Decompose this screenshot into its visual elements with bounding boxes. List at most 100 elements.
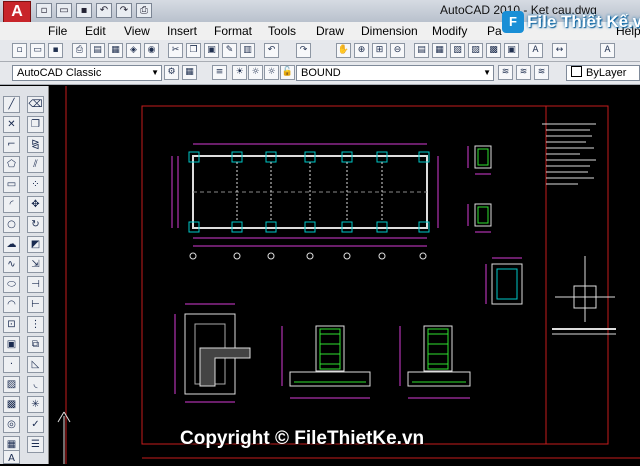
- menu-insert[interactable]: Insert: [167, 24, 197, 38]
- layer-freeze-icon[interactable]: ☼: [248, 65, 263, 80]
- menu-tools[interactable]: Tools: [268, 24, 296, 38]
- mirror-icon[interactable]: ⧎: [27, 136, 44, 153]
- copy-icon[interactable]: ❐: [186, 43, 201, 58]
- rotate-icon[interactable]: ↻: [27, 216, 44, 233]
- layer-properties-icon[interactable]: ≡: [212, 65, 227, 80]
- trim-icon[interactable]: ⊣: [27, 276, 44, 293]
- polyline-icon[interactable]: ⌐: [3, 136, 20, 153]
- menu-file[interactable]: File: [48, 24, 67, 38]
- insert-block-icon[interactable]: ⊡: [3, 316, 20, 333]
- customize-icon[interactable]: ▦: [182, 65, 197, 80]
- save-file-icon[interactable]: ▪: [48, 43, 63, 58]
- quickcalc-icon[interactable]: ▣: [504, 43, 519, 58]
- publish-icon[interactable]: ▦: [108, 43, 123, 58]
- drawing-svg: [57, 86, 640, 464]
- menu-parametric[interactable]: Pa: [487, 24, 502, 38]
- copy-object-icon[interactable]: ❐: [27, 116, 44, 133]
- scale-icon[interactable]: ◩: [27, 236, 44, 253]
- pan-icon[interactable]: ✋: [336, 43, 351, 58]
- open-icon[interactable]: ▭: [56, 3, 72, 18]
- redo-tool-icon[interactable]: ↷: [296, 43, 311, 58]
- qnew-icon[interactable]: ▫: [12, 43, 27, 58]
- undo-icon[interactable]: ↶: [96, 3, 112, 18]
- etransmit-icon[interactable]: ◉: [144, 43, 159, 58]
- standard-toolbar: ▫ ▭ ▪ ⎙ ▤ ▦ ◈ ◉ ✂ ❐ ▣ ✎ ▥ ↶ ↷ ✋ ⊕ ⊞ ⊖ ▤ …: [0, 40, 640, 62]
- move-icon[interactable]: ✥: [27, 196, 44, 213]
- make-current-layer-icon[interactable]: ≋: [498, 65, 513, 80]
- workspace-select[interactable]: AutoCAD Classic ▼: [12, 65, 162, 81]
- drawing-canvas[interactable]: [50, 86, 640, 464]
- menu-format[interactable]: Format: [214, 24, 252, 38]
- workspace-settings-icon[interactable]: ⚙: [164, 65, 179, 80]
- footing-section-2: [399, 325, 471, 399]
- join-icon[interactable]: ⧉: [27, 336, 44, 353]
- hatch-icon[interactable]: ▨: [3, 376, 20, 393]
- gradient-icon[interactable]: ▩: [3, 396, 20, 413]
- check-icon[interactable]: ✓: [27, 416, 44, 433]
- plot-icon[interactable]: ⎙: [72, 43, 87, 58]
- layer-previous-icon[interactable]: ≋: [516, 65, 531, 80]
- menu-draw[interactable]: Draw: [316, 24, 344, 38]
- paste-icon[interactable]: ▣: [204, 43, 219, 58]
- polygon-icon[interactable]: ⬠: [3, 156, 20, 173]
- properties-icon[interactable]: ▤: [414, 43, 429, 58]
- erase-icon[interactable]: ⌫: [27, 96, 44, 113]
- block-editor-icon[interactable]: ▥: [240, 43, 255, 58]
- sheet-set-icon[interactable]: ▨: [468, 43, 483, 58]
- menu-edit[interactable]: Edit: [85, 24, 106, 38]
- list-icon[interactable]: ☰: [27, 436, 44, 453]
- ellipse-icon[interactable]: ⬭: [3, 276, 20, 293]
- zoom-window-icon[interactable]: ⊞: [372, 43, 387, 58]
- line-icon[interactable]: ╱: [3, 96, 20, 113]
- offset-icon[interactable]: ⫽: [27, 156, 44, 173]
- workspace-value: AutoCAD Classic: [17, 67, 102, 79]
- zoom-previous-icon[interactable]: ⊖: [390, 43, 405, 58]
- ellipse-arc-icon[interactable]: ◠: [3, 296, 20, 313]
- construction-line-icon[interactable]: ✕: [3, 116, 20, 133]
- layer-select[interactable]: BOUND ▼: [296, 65, 494, 81]
- linetype-select[interactable]: ByLayer: [566, 65, 640, 81]
- autocad-logo-icon[interactable]: A: [3, 1, 31, 23]
- circle-icon[interactable]: ○: [3, 216, 20, 233]
- zoom-realtime-icon[interactable]: ⊕: [354, 43, 369, 58]
- rectangle-icon[interactable]: ▭: [3, 176, 20, 193]
- stretch-icon[interactable]: ⇲: [27, 256, 44, 273]
- copyright-watermark: Copyright © FileThietKe.vn: [180, 428, 425, 449]
- break-icon[interactable]: ⋮: [27, 316, 44, 333]
- menu-view[interactable]: View: [124, 24, 150, 38]
- spline-icon[interactable]: ∿: [3, 256, 20, 273]
- menu-modify[interactable]: Modify: [432, 24, 467, 38]
- chamfer-icon[interactable]: ◺: [27, 356, 44, 373]
- new-icon[interactable]: ▫: [36, 3, 52, 18]
- layer-lock-icon[interactable]: 🔓: [280, 65, 295, 80]
- extend-icon[interactable]: ⊢: [27, 296, 44, 313]
- undo-tool-icon[interactable]: ↶: [264, 43, 279, 58]
- array-icon[interactable]: ⁘: [27, 176, 44, 193]
- print-icon[interactable]: ⎙: [136, 3, 152, 18]
- match-properties-icon[interactable]: ✎: [222, 43, 237, 58]
- menu-dimension[interactable]: Dimension: [361, 24, 418, 38]
- multiline-text-icon[interactable]: A: [3, 450, 20, 464]
- text-style-a-icon[interactable]: A: [600, 43, 615, 58]
- layer-vp-freeze-icon[interactable]: ☼: [264, 65, 279, 80]
- save-icon[interactable]: ▪: [76, 3, 92, 18]
- design-center-icon[interactable]: ▦: [432, 43, 447, 58]
- explode-icon[interactable]: ✳: [27, 396, 44, 413]
- fillet-icon[interactable]: ◟: [27, 376, 44, 393]
- make-block-icon[interactable]: ▣: [3, 336, 20, 353]
- region-icon[interactable]: ◎: [3, 416, 20, 433]
- open-file-icon[interactable]: ▭: [30, 43, 45, 58]
- layer-state-icon[interactable]: ≋: [534, 65, 549, 80]
- layer-on-bulb-icon[interactable]: ☀: [232, 65, 247, 80]
- text-style-icon[interactable]: A: [528, 43, 543, 58]
- 3d-dwf-icon[interactable]: ◈: [126, 43, 141, 58]
- plot-preview-icon[interactable]: ▤: [90, 43, 105, 58]
- point-icon[interactable]: ·: [3, 356, 20, 373]
- markup-icon[interactable]: ▩: [486, 43, 501, 58]
- cut-icon[interactable]: ✂: [168, 43, 183, 58]
- dim-style-icon[interactable]: ↔: [552, 43, 567, 58]
- redo-icon[interactable]: ↷: [116, 3, 132, 18]
- revcloud-icon[interactable]: ☁: [3, 236, 20, 253]
- arc-icon[interactable]: ◜: [3, 196, 20, 213]
- tool-palettes-icon[interactable]: ▧: [450, 43, 465, 58]
